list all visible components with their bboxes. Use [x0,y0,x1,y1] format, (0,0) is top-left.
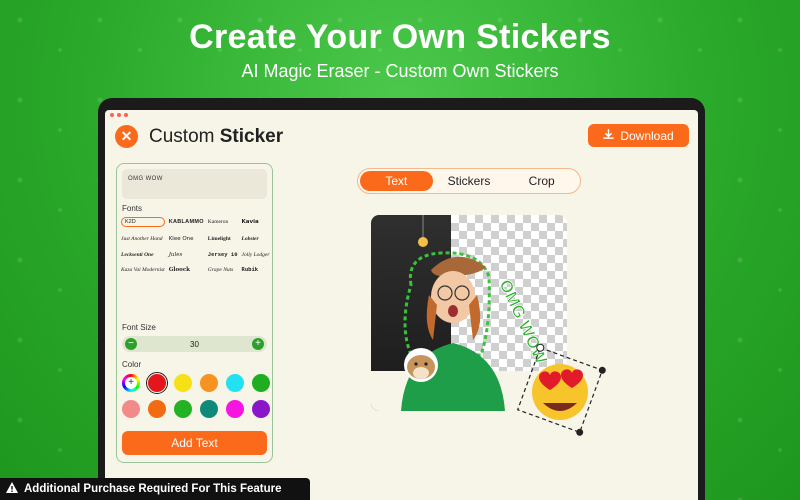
font-option[interactable]: Lobster [242,236,270,242]
increase-icon[interactable]: + [252,338,264,350]
warning-text: Additional Purchase Required For This Fe… [24,483,282,495]
font-option[interactable]: K2D [121,217,165,227]
font-option[interactable]: Lecksenti One [121,252,165,258]
font-option[interactable]: Rubik [242,267,270,273]
color-swatch[interactable] [146,372,168,394]
text-editor-panel: OMG WOW Fonts K2D KABLAMMO Kameron Kavia Jus… [116,163,273,463]
tab-stickers[interactable]: Stickers [433,171,506,191]
color-swatch[interactable] [174,400,192,418]
color-swatch[interactable] [148,400,166,418]
fonts-label: Fonts [122,204,143,213]
font-option[interactable]: KABLAMMO [169,219,204,225]
window-dots [110,113,128,117]
font-option[interactable]: Kaza Vai Modernist [121,267,165,273]
sticker-text-input[interactable]: OMG WOW [122,169,267,199]
color-picker-icon[interactable]: + [122,374,140,392]
title-prefix: Custom [149,126,215,147]
decrease-icon[interactable]: − [125,338,137,350]
title-bold: Sticker [219,126,284,147]
page-title: Custom Sticker [149,126,283,148]
warning-icon [5,481,19,497]
font-list: K2D KABLAMMO Kameron Kavia Just Another Hand… [121,217,270,273]
font-option[interactable]: Limelight [208,236,238,242]
tab-text[interactable]: Text [360,171,433,191]
dog-sticker [404,348,438,382]
color-swatch[interactable] [252,400,270,418]
color-swatch[interactable] [200,374,218,392]
font-option[interactable]: Klee One [169,236,204,242]
font-option[interactable]: Jules [169,252,204,258]
hero-subtitle: AI Magic Eraser - Custom Own Stickers [241,61,559,81]
add-text-button[interactable]: Add Text [122,431,267,455]
close-icon: ✕ [120,128,133,144]
color-swatch[interactable] [226,400,244,418]
font-option[interactable]: Gloock [169,267,204,273]
laptop-frame: ✕ Custom Sticker Download OMG WOW Fonts … [98,98,705,500]
close-button[interactable]: ✕ [115,125,138,148]
font-size-stepper[interactable]: − 30 + [122,336,267,352]
color-swatch[interactable] [174,374,192,392]
app-window: ✕ Custom Sticker Download OMG WOW Fonts … [105,110,698,500]
color-swatch[interactable] [122,400,140,418]
font-option[interactable]: Grape Nuts [208,267,238,273]
hero-title: Create Your Own Stickers [189,18,611,56]
purchase-warning-banner: Additional Purchase Required For This Fe… [0,478,310,500]
font-option[interactable]: Kavia [242,219,270,225]
emoji-sticker[interactable] [505,335,615,445]
font-size-label: Font Size [122,323,156,332]
color-palette: + [122,372,270,418]
editor-tabs: Text Stickers Crop [357,168,581,194]
font-size-value: 30 [190,339,199,349]
color-swatch[interactable] [200,400,218,418]
font-option[interactable]: Jolly Lodger [242,252,270,258]
tab-crop[interactable]: Crop [505,171,578,191]
color-swatch[interactable] [226,374,244,392]
font-option[interactable]: Kameron [208,219,238,225]
download-button[interactable]: Download [588,124,689,147]
download-label: Download [620,128,674,143]
color-label: Color [122,360,142,369]
lamp-icon [418,237,428,247]
color-swatch[interactable] [252,374,270,392]
font-option[interactable]: Just Another Hand [121,236,165,242]
font-option[interactable]: Jersey 10 [208,251,238,258]
download-icon [603,128,615,143]
